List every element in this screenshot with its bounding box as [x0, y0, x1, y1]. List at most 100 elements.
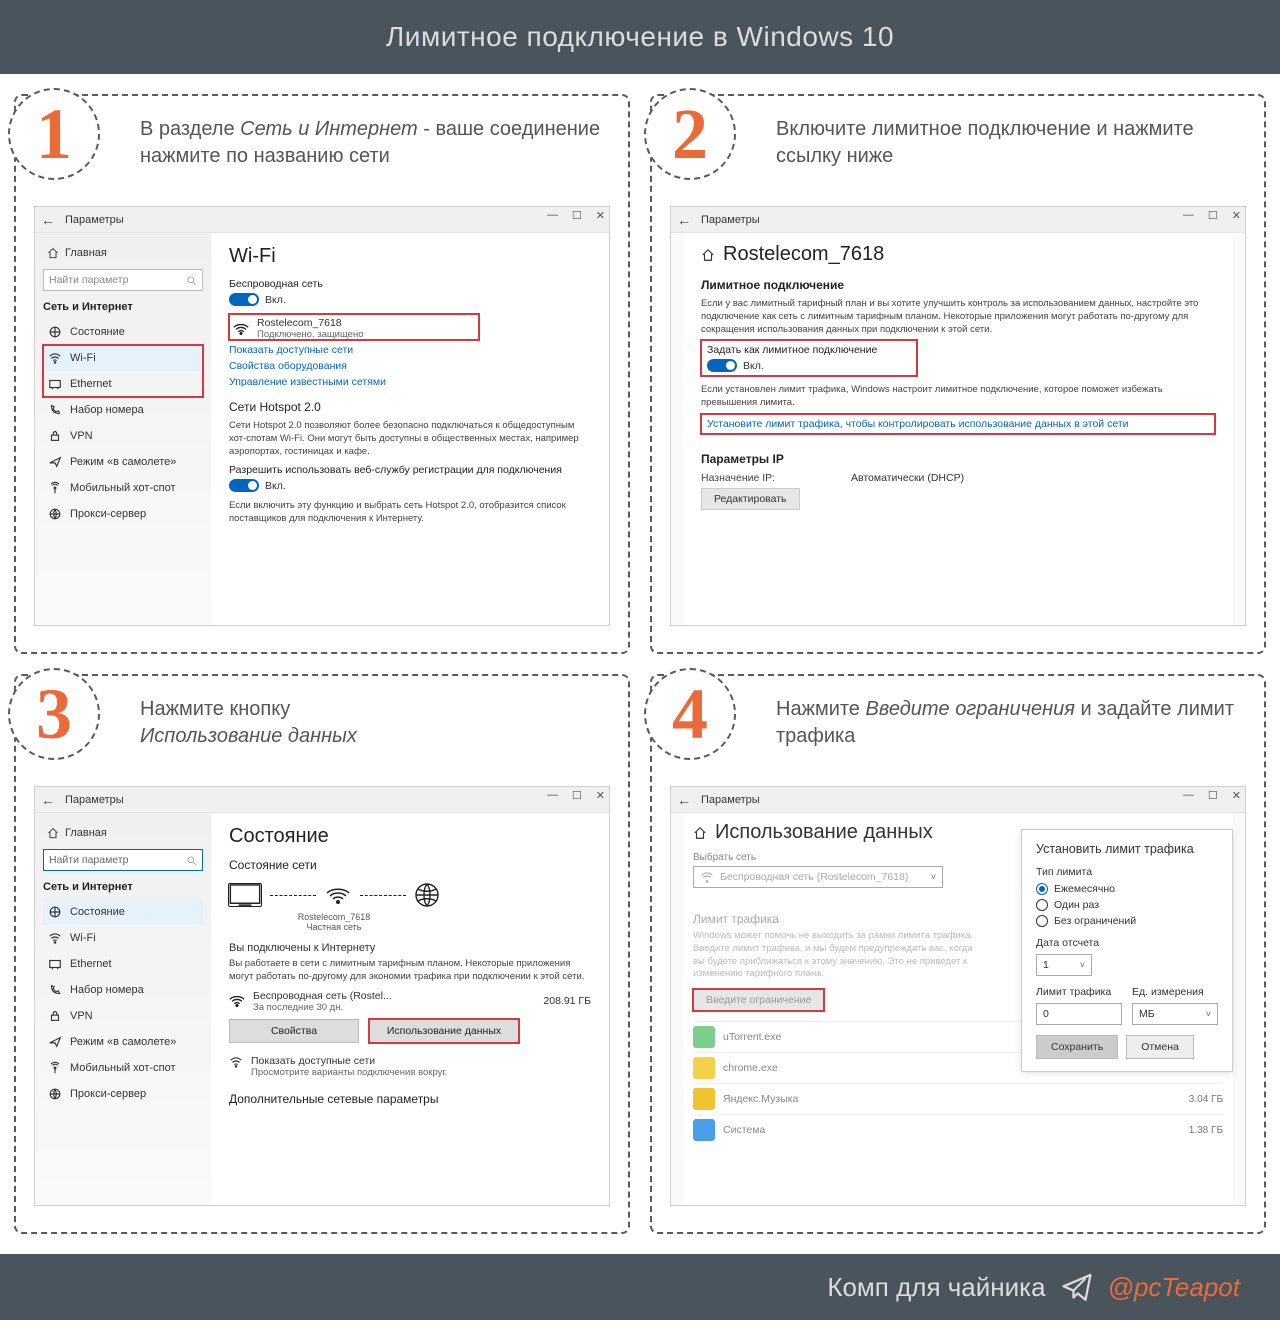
wifi-toggle[interactable]: Вкл. — [229, 293, 591, 306]
sidebar-item-proxy[interactable]: Прокси-сервер — [43, 501, 203, 527]
status-content: Состояние Состояние сети Rostelecom_7618… — [211, 813, 609, 1205]
chevron-down-icon: ˅ — [1206, 1009, 1211, 1019]
usage-net-name: Беспроводная сеть (Rostel... — [253, 990, 392, 1002]
sidebar-item-ethernet[interactable]: Ethernet — [43, 371, 203, 397]
window-controls: — ☐ ✕ — [547, 209, 605, 222]
footer-handle[interactable]: @pcTeapot — [1108, 1272, 1240, 1303]
show-networks-title[interactable]: Показать доступные сети — [251, 1055, 447, 1067]
back-icon[interactable]: ← — [677, 212, 691, 228]
search-input[interactable]: Найти параметр — [43, 269, 203, 291]
data-usage-button[interactable]: Использование данных — [369, 1019, 519, 1043]
sidebar-item-hotspot[interactable]: Мобильный хот-спот — [43, 1055, 203, 1081]
step-2-text: Включите лимитное подклю­чение и нажмите… — [670, 110, 1246, 206]
pick-network-select[interactable]: Беспроводная сеть (Rostelecom_7618) ˅ — [693, 866, 943, 888]
home-icon — [47, 827, 59, 839]
link-hardware-props[interactable]: Свойства оборудования — [229, 360, 591, 372]
ethernet-icon — [48, 957, 62, 971]
minimize-icon[interactable]: — — [547, 789, 558, 802]
radio-once[interactable]: Один раз — [1036, 899, 1218, 911]
airplane-icon — [48, 455, 62, 469]
close-icon[interactable]: ✕ — [596, 789, 605, 802]
close-icon[interactable]: ✕ — [596, 209, 605, 222]
proxy-icon — [48, 1087, 62, 1101]
usage-amount: 208.91 ГБ — [543, 995, 591, 1007]
back-icon[interactable]: ← — [677, 792, 691, 808]
sidebar-item-ethernet[interactable]: Ethernet — [43, 951, 203, 977]
maximize-icon[interactable]: ☐ — [1208, 209, 1218, 222]
settings-sidebar: Главная Найти параметр Сеть и Интернет С… — [35, 233, 211, 625]
sidebar-item-dial[interactable]: Набор номера — [43, 397, 203, 423]
radio-unlimited[interactable]: Без ограничений — [1036, 915, 1218, 927]
sidebar-item-status[interactable]: Состояние — [43, 899, 203, 925]
close-icon[interactable]: ✕ — [1232, 209, 1241, 222]
hotspot-toggle[interactable]: Вкл. — [229, 479, 591, 492]
ethernet-icon — [48, 377, 62, 391]
app-icon — [693, 1119, 715, 1141]
show-networks-desc: Просмотрите варианты подключения вокруг. — [251, 1067, 447, 1078]
home-icon — [693, 826, 707, 840]
metered-toggle[interactable]: Вкл. — [707, 359, 877, 372]
toggle-switch-icon — [707, 359, 737, 372]
airplane-icon — [48, 1035, 62, 1049]
minimize-icon[interactable]: — — [1183, 789, 1194, 802]
sidebar-item-airplane[interactable]: Режим «в самолете» — [43, 449, 203, 475]
wifi-signal-icon — [233, 322, 249, 336]
set-limit-link[interactable]: Установите лимит трафика, чтобы контроли… — [707, 418, 1209, 430]
unit-label: Ед. измерения — [1132, 986, 1218, 998]
step-1-text: В разделе Сеть и Интернет - ваше соедине… — [34, 110, 610, 206]
close-icon[interactable]: ✕ — [1232, 789, 1241, 802]
search-input[interactable]: Найти параметр — [43, 849, 203, 871]
traffic-limit-desc: Windows может помочь не выходить за рамк… — [693, 930, 973, 981]
cancel-button[interactable]: Отмена — [1126, 1035, 1194, 1059]
hotspot-icon — [48, 1061, 62, 1075]
titlebar: ← Параметры — ☐ ✕ — [35, 787, 609, 813]
net-status-title: Состояние сети — [229, 858, 591, 872]
radio-monthly[interactable]: Ежемесячно — [1036, 883, 1218, 895]
dialog-title: Установить лимит трафика — [1036, 842, 1218, 856]
chevron-down-icon: ˅ — [1080, 960, 1085, 970]
dial-icon — [48, 403, 62, 417]
sidebar-item-airplane[interactable]: Режим «в самолете» — [43, 1029, 203, 1055]
content-title: Rostelecom_7618 — [723, 243, 884, 266]
toggle-switch-icon — [229, 293, 259, 306]
sidebar-item-proxy[interactable]: Прокси-сервер — [43, 1081, 203, 1107]
sidebar-item-wifi[interactable]: Wi-Fi — [43, 345, 203, 371]
maximize-icon[interactable]: ☐ — [572, 789, 582, 802]
sidebar-item-vpn[interactable]: VPN — [43, 423, 203, 449]
back-icon[interactable]: ← — [41, 792, 55, 808]
reset-date-select[interactable]: 1˅ — [1036, 954, 1092, 976]
status-buttons: Свойства Использование данных — [229, 1019, 591, 1043]
minimize-icon[interactable]: — — [547, 209, 558, 222]
sidebar-item-hotspot[interactable]: Мобильный хот-спот — [43, 475, 203, 501]
sidebar-item-vpn[interactable]: VPN — [43, 1003, 203, 1029]
limit-value-input[interactable]: 0 — [1036, 1003, 1122, 1025]
network-row[interactable]: Rostelecom_7618 Подключено, защищено — [229, 314, 479, 340]
usage-period: За последние 30 дн. — [253, 1002, 392, 1013]
set-limit-link-highlight: Установите лимит трафика, чтобы контроли… — [701, 414, 1215, 434]
enter-limit-button[interactable]: Введите ограничение — [693, 989, 824, 1011]
step-1-window: ← Параметры — ☐ ✕ Главная Найти параметр… — [34, 206, 610, 626]
link-known-networks[interactable]: Управление известными сетями — [229, 376, 591, 388]
sidebar-home[interactable]: Главная — [43, 241, 203, 265]
back-icon[interactable]: ← — [41, 212, 55, 228]
network-props-content: Rostelecom_7618 Лимитное подключение Есл… — [683, 233, 1233, 625]
sidebar-home[interactable]: Главная — [43, 821, 203, 845]
window-title: Параметры — [701, 214, 760, 226]
hotspot-allow-label: Разрешить использовать веб-службу регист… — [229, 464, 591, 476]
maximize-icon[interactable]: ☐ — [572, 209, 582, 222]
properties-button[interactable]: Свойства — [229, 1019, 359, 1043]
edit-button[interactable]: Редактировать — [701, 488, 800, 510]
metered-title: Лимитное подключение — [701, 278, 1215, 292]
metered-toggle-label: Задать как лимитное подключение — [707, 344, 877, 356]
link-show-networks[interactable]: Показать доступные сети — [229, 344, 591, 356]
minimize-icon[interactable]: — — [1183, 209, 1194, 222]
sidebar-item-status[interactable]: Состояние — [43, 319, 203, 345]
telegram-icon — [1060, 1270, 1094, 1304]
save-button[interactable]: Сохранить — [1036, 1035, 1118, 1059]
maximize-icon[interactable]: ☐ — [1208, 789, 1218, 802]
sidebar-item-dial[interactable]: Набор номера — [43, 977, 203, 1003]
connected-title: Вы подключены к Интернету — [229, 942, 591, 954]
unit-select[interactable]: МБ˅ — [1132, 1003, 1218, 1025]
connected-desc: Вы работаете в сети с лимитным тарифным … — [229, 958, 591, 984]
sidebar-item-wifi[interactable]: Wi-Fi — [43, 925, 203, 951]
